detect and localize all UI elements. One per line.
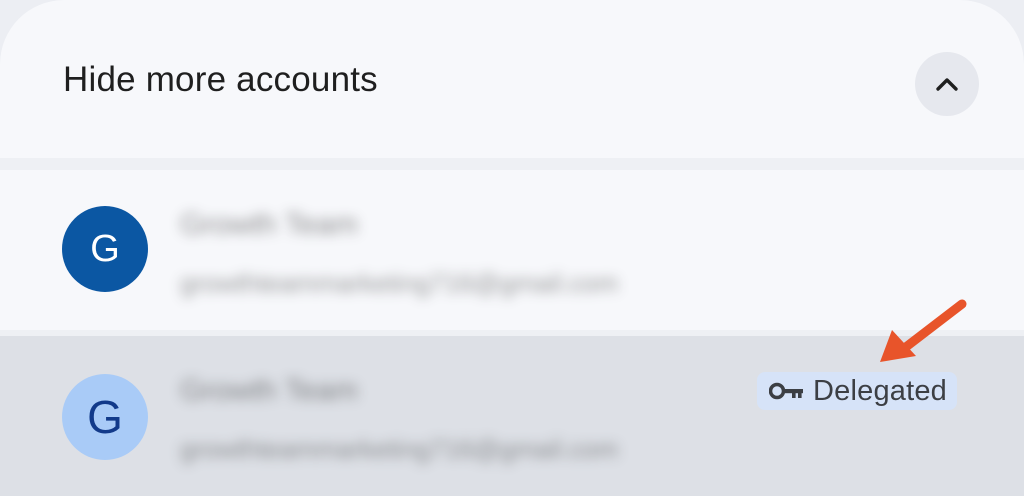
key-icon: [769, 382, 803, 400]
accounts-header[interactable]: Hide more accounts: [0, 0, 1024, 158]
delegated-badge: Delegated: [757, 372, 958, 410]
avatar: G: [62, 374, 148, 460]
account-email: growthteammarketing716@gmail.com: [180, 434, 619, 464]
account-name: Growth Team: [180, 374, 358, 407]
account-email: growthteammarketing716@gmail.com: [180, 268, 619, 298]
chevron-up-icon: [936, 78, 958, 91]
delegated-label: Delegated: [813, 374, 948, 407]
arrow-icon: [880, 299, 967, 362]
avatar: G: [62, 206, 148, 292]
collapse-button[interactable]: [915, 52, 979, 116]
account-name: Growth Team: [180, 208, 358, 241]
accounts-sheet: Hide more accounts G Growth Team growtht…: [0, 0, 1024, 496]
header-title: Hide more accounts: [63, 60, 378, 99]
